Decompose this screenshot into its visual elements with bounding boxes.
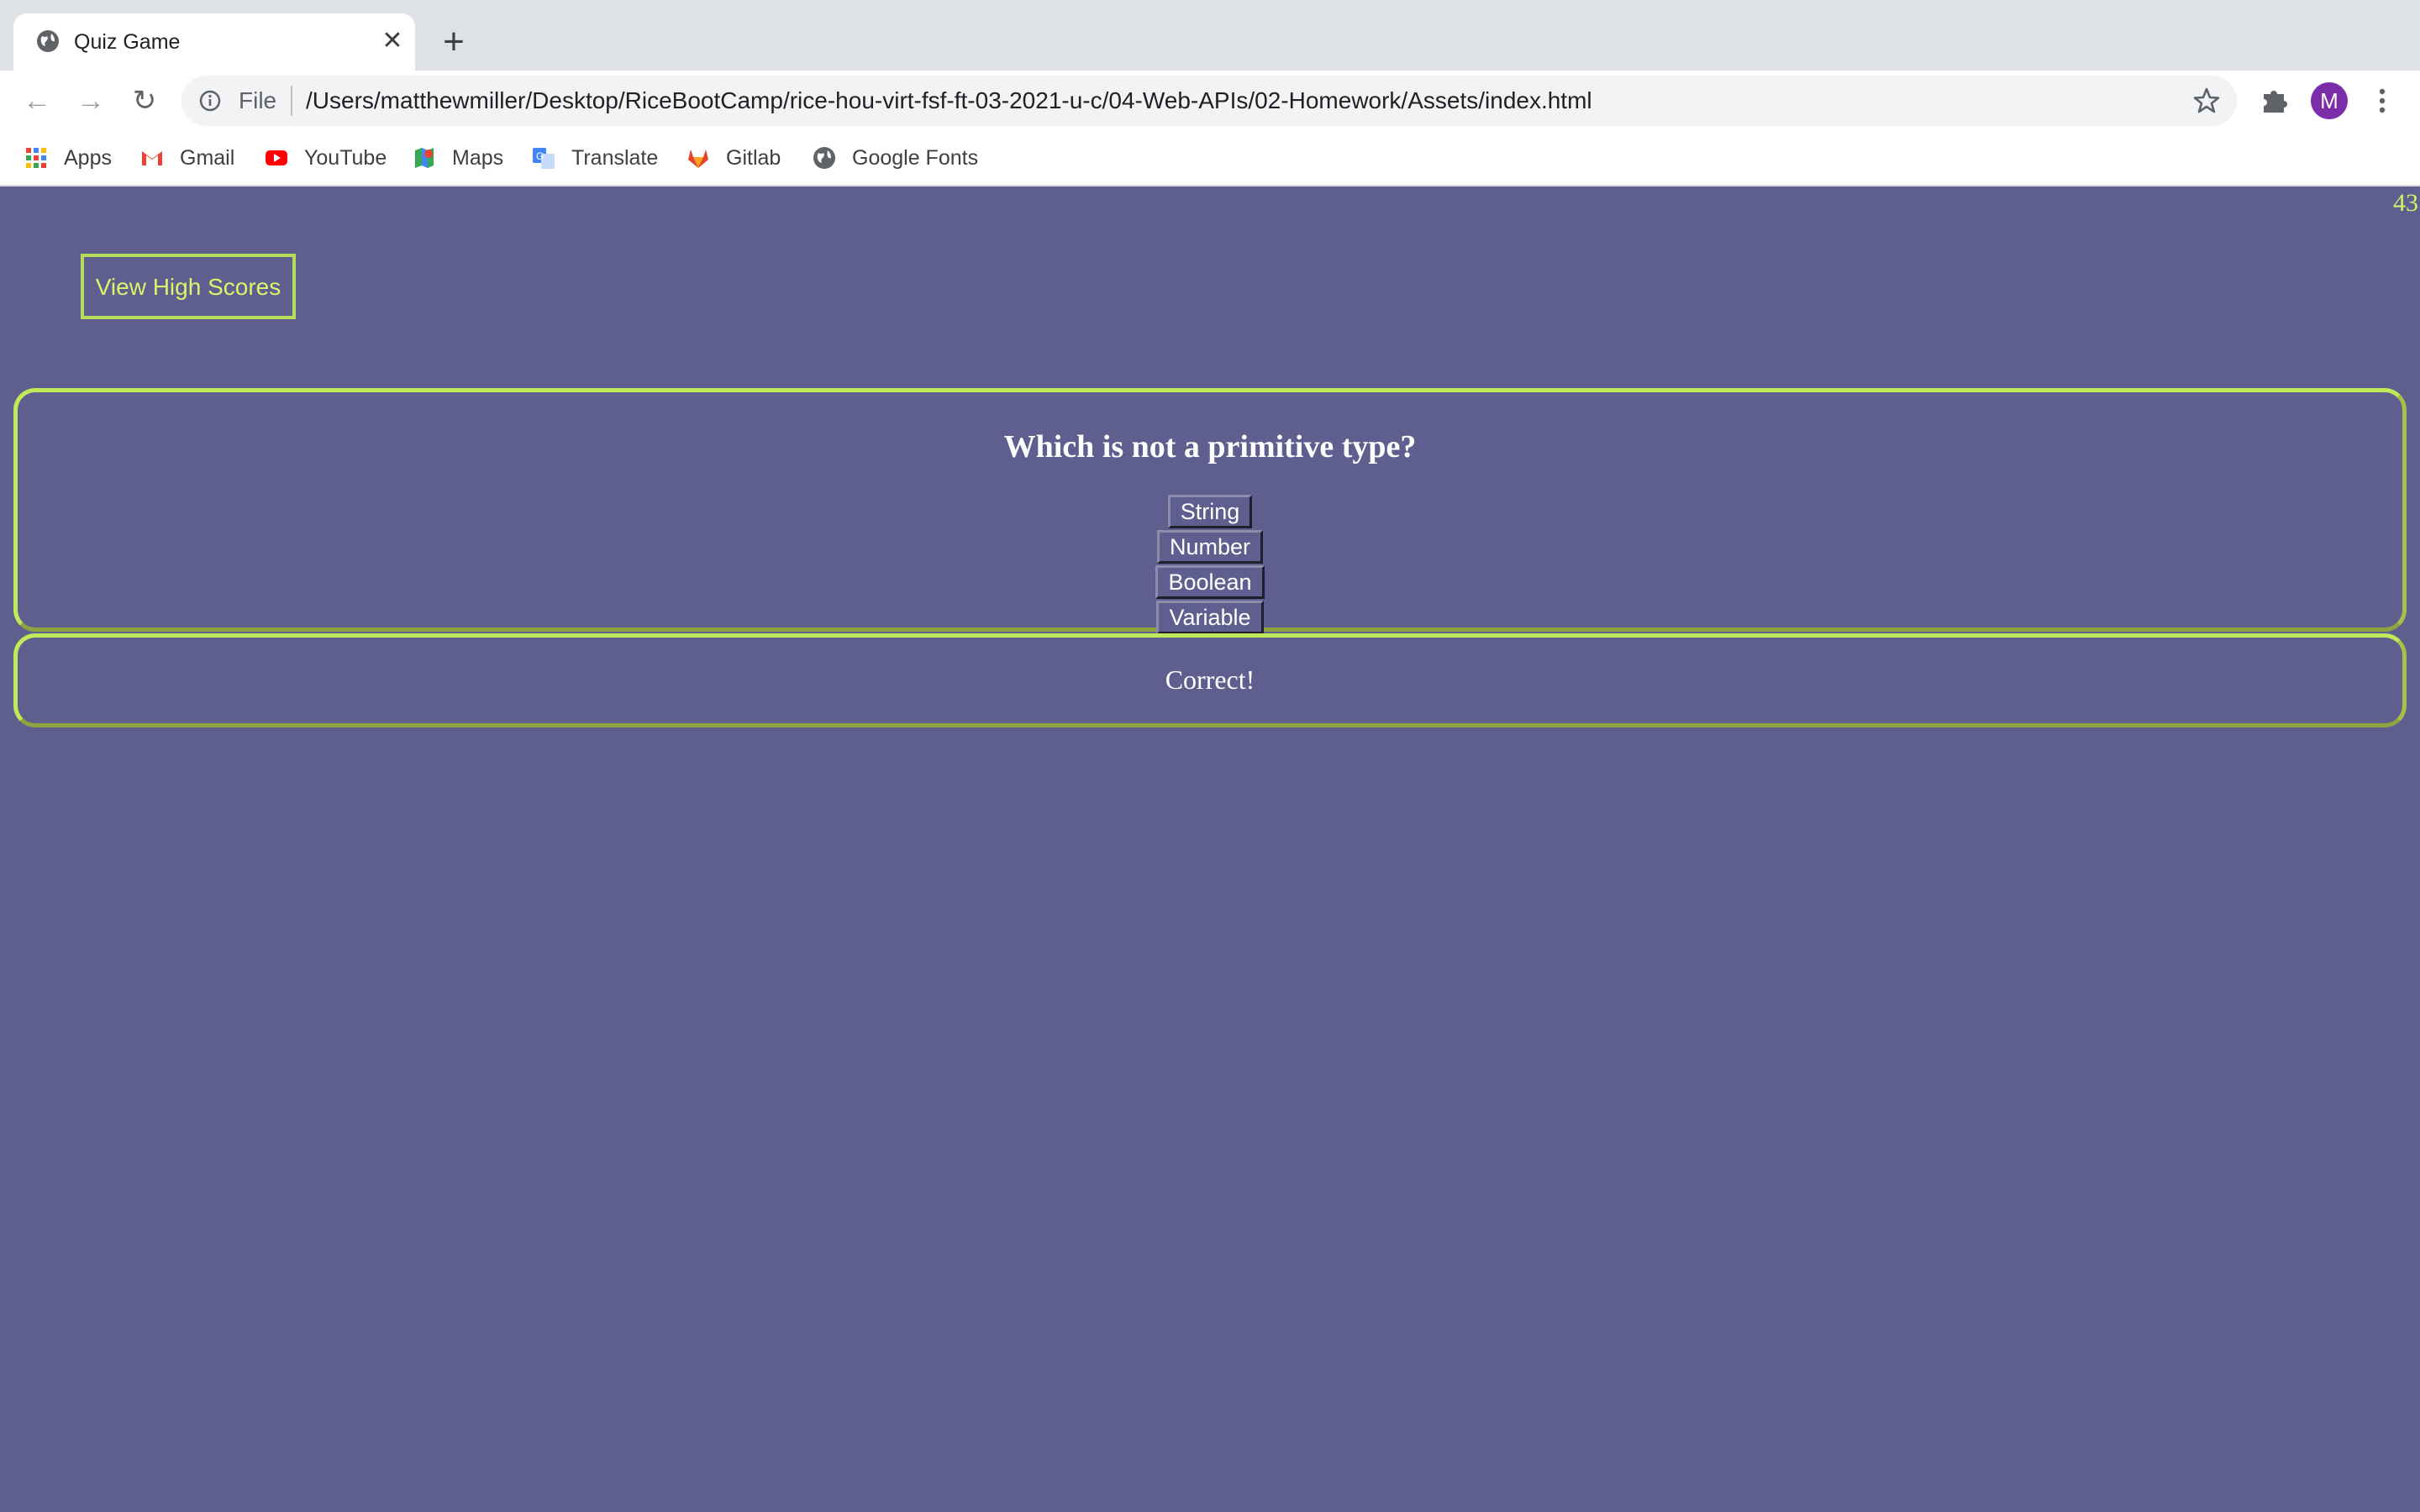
bookmark-label: Gmail	[180, 145, 235, 170]
tab-title: Quiz Game	[74, 30, 181, 54]
question-card: Which is not a primitive type? String Nu…	[13, 388, 2407, 634]
profile-avatar[interactable]: M	[2311, 82, 2348, 119]
bookmark-label: Gitlab	[726, 145, 781, 170]
apps-grid-icon	[26, 148, 46, 168]
bookmark-translate[interactable]: G Translate	[531, 143, 658, 173]
extensions-puzzle-icon[interactable]	[2259, 84, 2291, 116]
bookmark-gmail[interactable]: Gmail	[139, 143, 234, 173]
browser-toolbar: ← → ↻ File /Users/matthewmiller/Desktop/…	[0, 71, 2420, 131]
info-icon[interactable]	[198, 89, 222, 113]
back-icon[interactable]: ←	[20, 84, 54, 118]
maps-icon	[415, 148, 434, 168]
youtube-icon	[266, 150, 287, 165]
gmail-icon	[142, 151, 162, 165]
answer-button-variable[interactable]: Variable	[1156, 601, 1264, 634]
bookmark-label: Maps	[452, 145, 504, 170]
bookmarks-bar: Apps Gmail YouTube Maps G Translate Gitl…	[0, 131, 2420, 186]
svg-text:G: G	[536, 150, 544, 162]
answer-button-number[interactable]: Number	[1156, 530, 1264, 564]
bookmark-google-fonts[interactable]: Google Fonts	[812, 143, 978, 173]
bookmark-youtube[interactable]: YouTube	[264, 143, 387, 173]
timer-countdown: 43	[2393, 189, 2418, 217]
translate-icon: G	[533, 148, 555, 169]
answer-list: String Number Boolean Variable	[18, 495, 2402, 636]
browser-tab-active[interactable]: Quiz Game ✕	[13, 13, 415, 71]
bookmark-gitlab[interactable]: Gitlab	[686, 143, 781, 173]
address-divider	[291, 86, 292, 116]
question-text: Which is not a primitive type?	[1003, 429, 1417, 465]
gitlab-icon	[688, 150, 708, 168]
view-high-scores-button[interactable]: View High Scores	[81, 254, 296, 319]
new-tab-icon[interactable]: +	[437, 24, 471, 60]
bookmark-label: Apps	[64, 145, 112, 170]
tab-strip: Quiz Game ✕ +	[0, 0, 2420, 71]
bookmark-label: Translate	[571, 145, 659, 170]
address-bar[interactable]: File /Users/matthewmiller/Desktop/RiceBo…	[182, 76, 2237, 126]
quiz-page: 43 View High Scores Which is not a primi…	[0, 186, 2420, 1512]
globe-icon	[37, 30, 59, 52]
url-text[interactable]: /Users/matthewmiller/Desktop/RiceBootCam…	[306, 87, 1592, 114]
bookmark-apps[interactable]: Apps	[24, 143, 112, 173]
bookmark-star-icon[interactable]	[2191, 86, 2222, 116]
bookmark-label: YouTube	[304, 145, 387, 170]
close-tab-icon[interactable]: ✕	[380, 29, 405, 54]
bookmark-label: Google Fonts	[852, 145, 979, 170]
reload-icon[interactable]: ↻	[128, 84, 161, 118]
answer-button-string[interactable]: String	[1167, 495, 1253, 528]
bookmark-maps[interactable]: Maps	[412, 143, 503, 173]
answer-button-boolean[interactable]: Boolean	[1155, 565, 1265, 599]
answer-feedback-text: Correct!	[1165, 664, 1255, 695]
globe-icon	[813, 147, 835, 169]
browser-menu-icon[interactable]	[2370, 82, 2395, 119]
feedback-card: Correct!	[13, 633, 2407, 727]
forward-icon[interactable]: →	[74, 84, 108, 118]
url-scheme-label: File	[239, 87, 277, 113]
